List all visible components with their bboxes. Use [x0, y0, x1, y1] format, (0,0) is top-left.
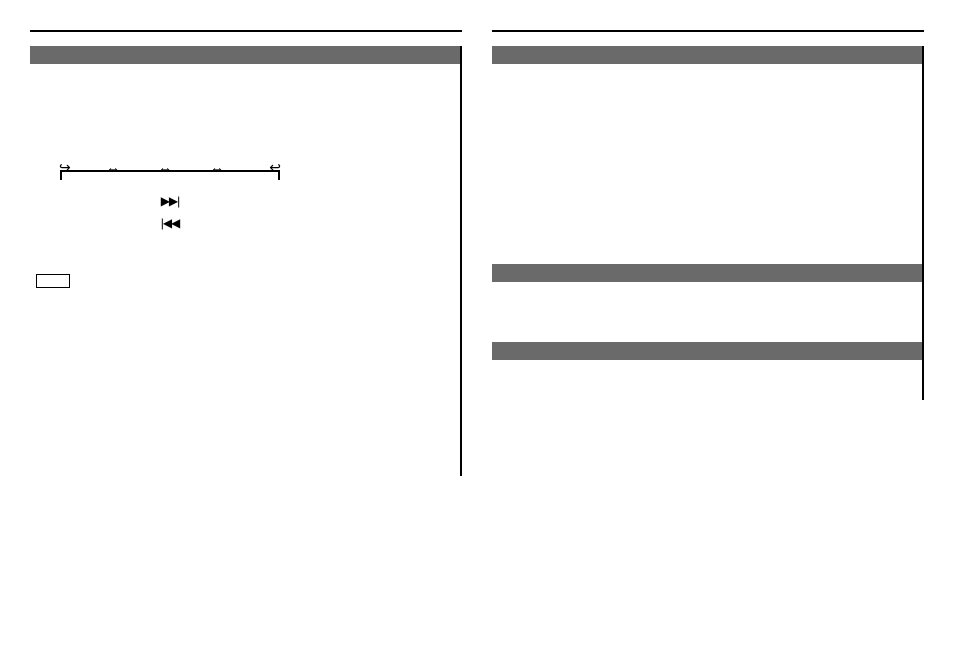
- page: ↪ ↔ ↔ ↔ ↩ ▶▶| |◀◀: [0, 0, 954, 672]
- section-bar-right-3: [492, 342, 924, 360]
- right-rule-section-1: [922, 46, 924, 264]
- arrow-segment-icon: ↔: [210, 160, 224, 174]
- forward-glyph-row: ▶▶|: [60, 192, 280, 210]
- right-rule-section-2: [922, 264, 924, 342]
- arrow-segment-icon: ↔: [158, 160, 172, 174]
- top-rule-left: [30, 30, 462, 32]
- right-rule-left-section: [460, 46, 462, 476]
- arrow-segment-icon: ↔: [106, 160, 120, 174]
- track-diagram: ↪ ↔ ↔ ↔ ↩ ▶▶| |◀◀: [60, 164, 280, 234]
- arrow-start-icon: ↪: [59, 160, 71, 174]
- reverse-glyph-row: |◀◀: [60, 214, 280, 232]
- right-column: [492, 30, 924, 360]
- section-bar-right-1: [492, 46, 924, 64]
- section-gap: [492, 282, 924, 342]
- top-rule-right: [492, 30, 924, 32]
- skip-backward-icon: |◀◀: [161, 216, 180, 230]
- section-bar-right-2: [492, 264, 924, 282]
- left-column: ↪ ↔ ↔ ↔ ↩ ▶▶| |◀◀: [30, 30, 462, 360]
- arrow-end-icon: ↩: [269, 160, 281, 174]
- section-bar-left: [30, 46, 462, 64]
- skip-forward-icon: ▶▶|: [161, 194, 180, 208]
- section-gap: [492, 64, 924, 264]
- boxed-label: [36, 274, 70, 288]
- right-rule-section-3: [922, 342, 924, 400]
- column-container: ↪ ↔ ↔ ↔ ↩ ▶▶| |◀◀: [30, 30, 924, 360]
